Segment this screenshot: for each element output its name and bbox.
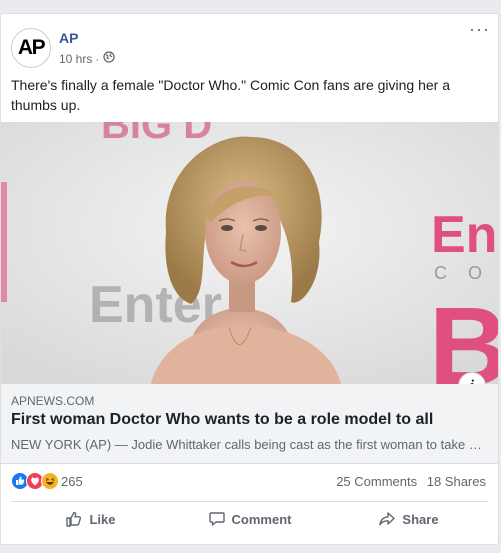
- link-description: NEW YORK (AP) — Jodie Whittaker calls be…: [11, 437, 489, 452]
- engagement-counts: 25 Comments 18 Shares: [330, 474, 486, 489]
- svg-text:BIG D: BIG D: [101, 122, 212, 147]
- like-label: Like: [89, 511, 116, 527]
- share-label: Share: [402, 511, 439, 527]
- thumbs-up-icon: [66, 511, 82, 527]
- backdrop-right-top-text: Ente: [431, 206, 498, 264]
- reaction-icons: [11, 472, 59, 490]
- share-icon: [379, 512, 396, 526]
- haha-reaction-icon: [41, 472, 59, 490]
- post-timestamp[interactable]: 10 hrs: [59, 52, 92, 66]
- like-button[interactable]: Like: [11, 502, 170, 536]
- backdrop-right-mid-text: C O: [434, 263, 490, 283]
- link-preview[interactable]: APNEWS.COM First woman Doctor Who wants …: [1, 384, 498, 464]
- link-preview-image[interactable]: BIG D Enter Ente C O B: [1, 122, 498, 384]
- page-name-link[interactable]: AP: [59, 30, 78, 46]
- reactions-summary[interactable]: 265: [11, 472, 83, 490]
- comment-label: Comment: [231, 511, 292, 527]
- backdrop-right-bottom-text: B: [429, 285, 498, 384]
- shares-count-link[interactable]: 18 Shares: [427, 474, 486, 489]
- post-card: AP AP 10 hrs · ··· There's finally a fem…: [0, 13, 499, 545]
- post-meta: 10 hrs ·: [59, 51, 116, 66]
- post-menu-button[interactable]: ···: [469, 20, 490, 38]
- share-button[interactable]: Share: [329, 502, 488, 536]
- comment-button[interactable]: Comment: [170, 502, 329, 536]
- link-title[interactable]: First woman Doctor Who wants to be a rol…: [11, 411, 433, 429]
- globe-icon: [103, 51, 116, 66]
- post-caption: There's finally a female "Doctor Who." C…: [11, 77, 451, 113]
- page-avatar[interactable]: AP: [11, 28, 51, 68]
- post-actions-bar: Like Comment Share: [11, 501, 488, 536]
- meta-separator: ·: [95, 51, 100, 66]
- comment-icon: [208, 512, 225, 526]
- comments-count-link[interactable]: 25 Comments: [336, 474, 417, 489]
- reaction-count: 265: [61, 473, 83, 489]
- link-domain: APNEWS.COM: [11, 394, 95, 408]
